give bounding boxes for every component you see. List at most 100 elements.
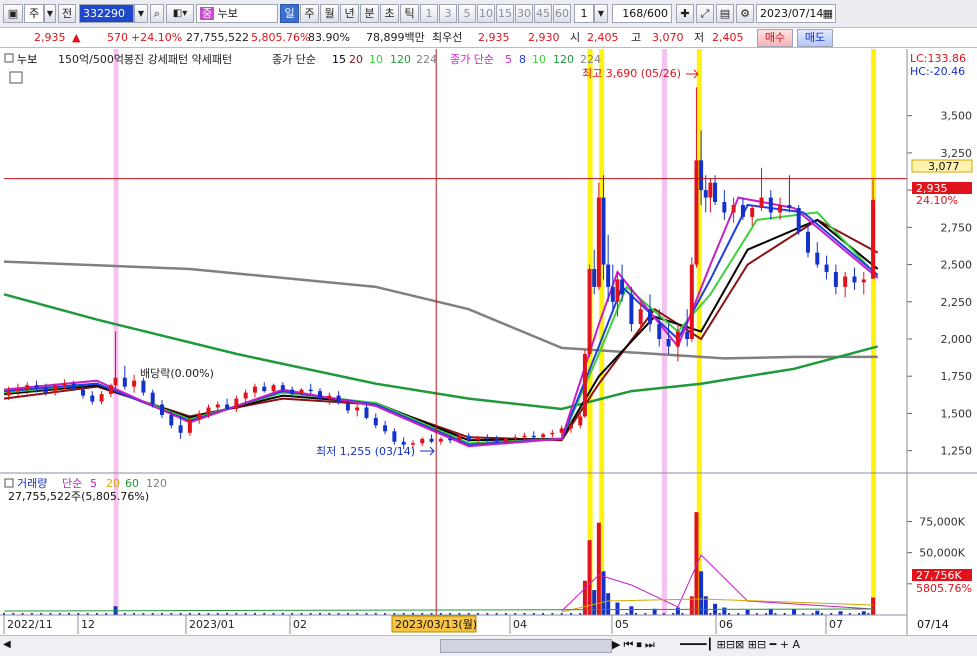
y-tick-label: 2,250 [941, 296, 973, 309]
candle-body [578, 416, 583, 426]
interval-button[interactable]: 3 [439, 4, 457, 23]
calendar-icon[interactable]: ▦ [823, 5, 833, 22]
legend-ma-20: 20 [349, 53, 363, 66]
interval-button[interactable]: 5 [458, 4, 476, 23]
candle-body [271, 385, 276, 392]
candle-body [53, 385, 58, 393]
highlight-band [871, 49, 877, 615]
interval-input[interactable]: 1 [574, 4, 594, 23]
candle-body [531, 435, 536, 438]
y-tick-label: 1,500 [941, 407, 973, 420]
volume-bar [745, 610, 750, 615]
volume-current-pct: 5805.76% [916, 582, 972, 595]
period-button[interactable]: 일 [280, 4, 299, 23]
candle-body [364, 407, 369, 418]
interval-button[interactable]: 15 [496, 4, 514, 23]
volume-ma-label: 단순 [62, 477, 82, 490]
interval-dropdown-icon[interactable]: ▼ [594, 4, 608, 23]
period-button[interactable]: 초 [380, 4, 399, 23]
zoom-controls[interactable]: ━━━━┃ ⊞⊟⊠ ⊞⊟ ━ + A [680, 638, 800, 651]
candle-body [197, 413, 202, 420]
x-tick-label: 04 [513, 618, 527, 631]
volume-bar [601, 571, 606, 615]
period-button[interactable]: 틱 [400, 4, 419, 23]
cross-icon[interactable]: ✚ [676, 4, 694, 23]
x-tick-label: 07 [829, 618, 843, 631]
candle-body [722, 202, 727, 213]
price: 2,935 [34, 31, 66, 44]
code-input[interactable]: 332290 [79, 4, 134, 23]
period-button[interactable]: 월 [320, 4, 339, 23]
group-icon[interactable]: ◧▾ [166, 4, 194, 23]
candle-body [169, 414, 174, 426]
candle-body [699, 160, 704, 191]
scroll-thumb[interactable] [440, 639, 612, 653]
interval-button[interactable]: 45 [534, 4, 552, 23]
interval-button[interactable]: 30 [515, 4, 533, 23]
candle-body [513, 437, 518, 439]
market-select[interactable]: 주 [24, 4, 44, 23]
candle-body [796, 207, 801, 232]
count-field[interactable]: 168/600 [612, 4, 672, 23]
candle-body [833, 272, 838, 287]
candle-body [420, 438, 425, 444]
ask-price: 2,935 [478, 31, 510, 44]
prev-button[interactable]: 전 [58, 4, 76, 23]
sell-button[interactable]: 매도 [797, 29, 833, 47]
candle-body [122, 377, 127, 387]
chevron-down-icon[interactable]: ▼ [44, 4, 56, 23]
candle-body [582, 353, 587, 417]
volume-bar [699, 571, 704, 615]
grid-icon[interactable] [9, 71, 23, 84]
candle-body [805, 231, 810, 253]
count-total: /600 [643, 7, 668, 20]
save-icon[interactable]: ▤ [716, 4, 734, 23]
period-button[interactable]: 주 [300, 4, 319, 23]
candle-body [852, 276, 857, 283]
candle-body [740, 205, 745, 217]
period-button[interactable]: 년 [340, 4, 359, 23]
playback-controls[interactable]: ▶⏮⏹⏭ [612, 638, 658, 652]
candle-body [308, 389, 313, 392]
interval-button[interactable]: 1 [420, 4, 438, 23]
interval-button[interactable]: 60 [553, 4, 571, 23]
chart-scrollbar[interactable]: ◀ ▶⏮⏹⏭ ━━━━┃ ⊞⊟⊠ ⊞⊟ ━ + A [0, 635, 977, 656]
legend-ma2-120: 120 [553, 53, 574, 66]
open-label: 시 [570, 31, 581, 44]
volume-bar [606, 593, 611, 615]
date-field[interactable]: 2023/07/14 ▦ [756, 4, 836, 23]
price-chart[interactable]: 1,2501,5001,7502,0002,2502,5002,7503,000… [0, 49, 977, 635]
volume-bar [615, 602, 620, 615]
candle-body [485, 437, 490, 439]
candle-body [675, 331, 680, 347]
period-button[interactable]: 분 [360, 4, 379, 23]
candle-body [731, 205, 736, 213]
candle-body [601, 197, 606, 265]
y-tick-label: 3,250 [941, 147, 973, 160]
volume-bar [675, 607, 680, 615]
interval-button[interactable]: 10 [477, 4, 495, 23]
candle-body [225, 404, 230, 409]
volume-value: 27,755,522주(5,805.76%) [8, 490, 149, 503]
buy-button[interactable]: 매수 [757, 29, 793, 47]
search-icon[interactable]: ⌕ [150, 4, 164, 23]
candle-body [438, 438, 443, 442]
code-dropdown-icon[interactable]: ▼ [134, 4, 148, 23]
legend-ma2-5: 5 [505, 53, 512, 66]
legend-ma-label: 종가 단순 [272, 53, 316, 66]
candle-body [708, 182, 713, 198]
stock-name-field[interactable]: 중 누보 [196, 4, 278, 23]
candle-body [34, 385, 39, 389]
candle-body [522, 435, 527, 438]
change: 570 [107, 31, 128, 44]
best-label: 최우선 [432, 31, 463, 44]
candle-body [861, 279, 866, 283]
ratio: 83.90% [308, 31, 350, 44]
legend-ma-120: 120 [390, 53, 411, 66]
high-annotation: 최고 3,690 (05/26) [582, 67, 681, 80]
gear-icon[interactable]: ⚙ [736, 4, 754, 23]
draw-icon[interactable]: ⤢ [696, 4, 714, 23]
layout-icon[interactable]: ▣ [3, 4, 23, 23]
scroll-left-icon[interactable]: ◀ [3, 639, 11, 650]
candle-body [666, 339, 671, 347]
